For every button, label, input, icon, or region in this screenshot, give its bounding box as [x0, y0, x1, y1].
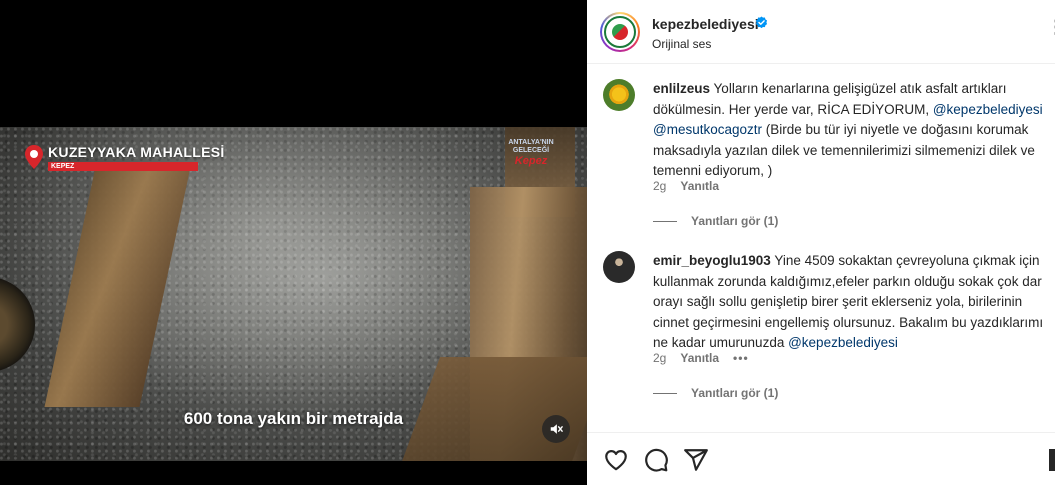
- replies-divider: [653, 220, 677, 222]
- comment-meta: 2g Yanıtla •••: [653, 351, 749, 365]
- heart-icon[interactable]: [603, 447, 629, 473]
- comment-time[interactable]: 2g: [653, 351, 666, 365]
- verified-badge-icon: [755, 16, 768, 29]
- comment-time[interactable]: 2g: [653, 179, 666, 193]
- comment-mention[interactable]: @kepezbelediyesi: [788, 335, 898, 350]
- location-pin-icon: [24, 144, 44, 170]
- avatar[interactable]: [603, 251, 635, 283]
- post-username[interactable]: kepezbelediyesi: [652, 16, 759, 32]
- share-icon[interactable]: [683, 447, 709, 473]
- more-options-icon[interactable]: ⋮: [1047, 18, 1055, 36]
- instagram-post-view: KUZEYYAKA MAHALLESİ KEPEZ ANTALYA'NIN GE…: [0, 0, 1055, 485]
- mute-button[interactable]: [542, 415, 570, 443]
- reply-button[interactable]: Yanıtla: [680, 351, 719, 365]
- reply-button[interactable]: Yanıtla: [680, 179, 719, 193]
- comment-icon[interactable]: [643, 447, 669, 473]
- view-replies-label: Yanıtları gör (1): [691, 214, 779, 228]
- comment-username[interactable]: emir_beyoglu1903: [653, 253, 771, 268]
- media-area: KUZEYYAKA MAHALLESİ KEPEZ ANTALYA'NIN GE…: [0, 0, 587, 485]
- logo-line-2: GELECEĞİ: [512, 147, 550, 154]
- avatar: [604, 16, 636, 48]
- comment-text: emir_beyoglu1903 Yine 4509 sokaktan çevr…: [653, 251, 1048, 354]
- post-header: kepezbelediyesi Orijinal ses ⋮: [587, 0, 1055, 64]
- view-replies-label: Yanıtları gör (1): [691, 386, 779, 400]
- comment-meta: 2g Yanıtla: [653, 179, 719, 193]
- comment-username[interactable]: enlilzeus: [653, 81, 710, 96]
- video-subtitle: 600 tona yakın bir metrajda: [183, 409, 404, 428]
- view-replies-button[interactable]: Yanıtları gör (1): [653, 214, 778, 228]
- post-side-panel: kepezbelediyesi Orijinal ses ⋮ enlilzeus…: [587, 0, 1055, 485]
- comment-options-button[interactable]: •••: [733, 351, 749, 365]
- profile-avatar-ring[interactable]: [600, 12, 640, 52]
- location-subtitle: KEPEZ: [48, 162, 198, 171]
- replies-divider: [653, 392, 677, 394]
- logo-line-1: ANTALYA'NIN: [508, 139, 554, 146]
- comment-mention[interactable]: @kepezbelediyesi: [933, 102, 1043, 117]
- comment-mention[interactable]: @mesutkocagoztr: [653, 122, 762, 137]
- bookmark-icon[interactable]: [1049, 449, 1055, 471]
- comment-text: enlilzeus Yolların kenarlarına gelişigüz…: [653, 79, 1048, 182]
- avatar[interactable]: [603, 79, 635, 111]
- location-title: KUZEYYAKA MAHALLESİ: [48, 144, 225, 160]
- post-action-bar: [587, 432, 1055, 485]
- audio-label[interactable]: Orijinal ses: [652, 37, 711, 51]
- speaker-muted-icon: [550, 424, 563, 434]
- location-overlay: KUZEYYAKA MAHALLESİ KEPEZ: [24, 144, 225, 171]
- view-replies-button[interactable]: Yanıtları gör (1): [653, 386, 778, 400]
- logo-signature: Kepez: [514, 155, 548, 167]
- municipality-video-logo: ANTALYA'NIN GELECEĞİ Kepez: [503, 139, 559, 185]
- reel-video[interactable]: KUZEYYAKA MAHALLESİ KEPEZ ANTALYA'NIN GE…: [0, 127, 587, 461]
